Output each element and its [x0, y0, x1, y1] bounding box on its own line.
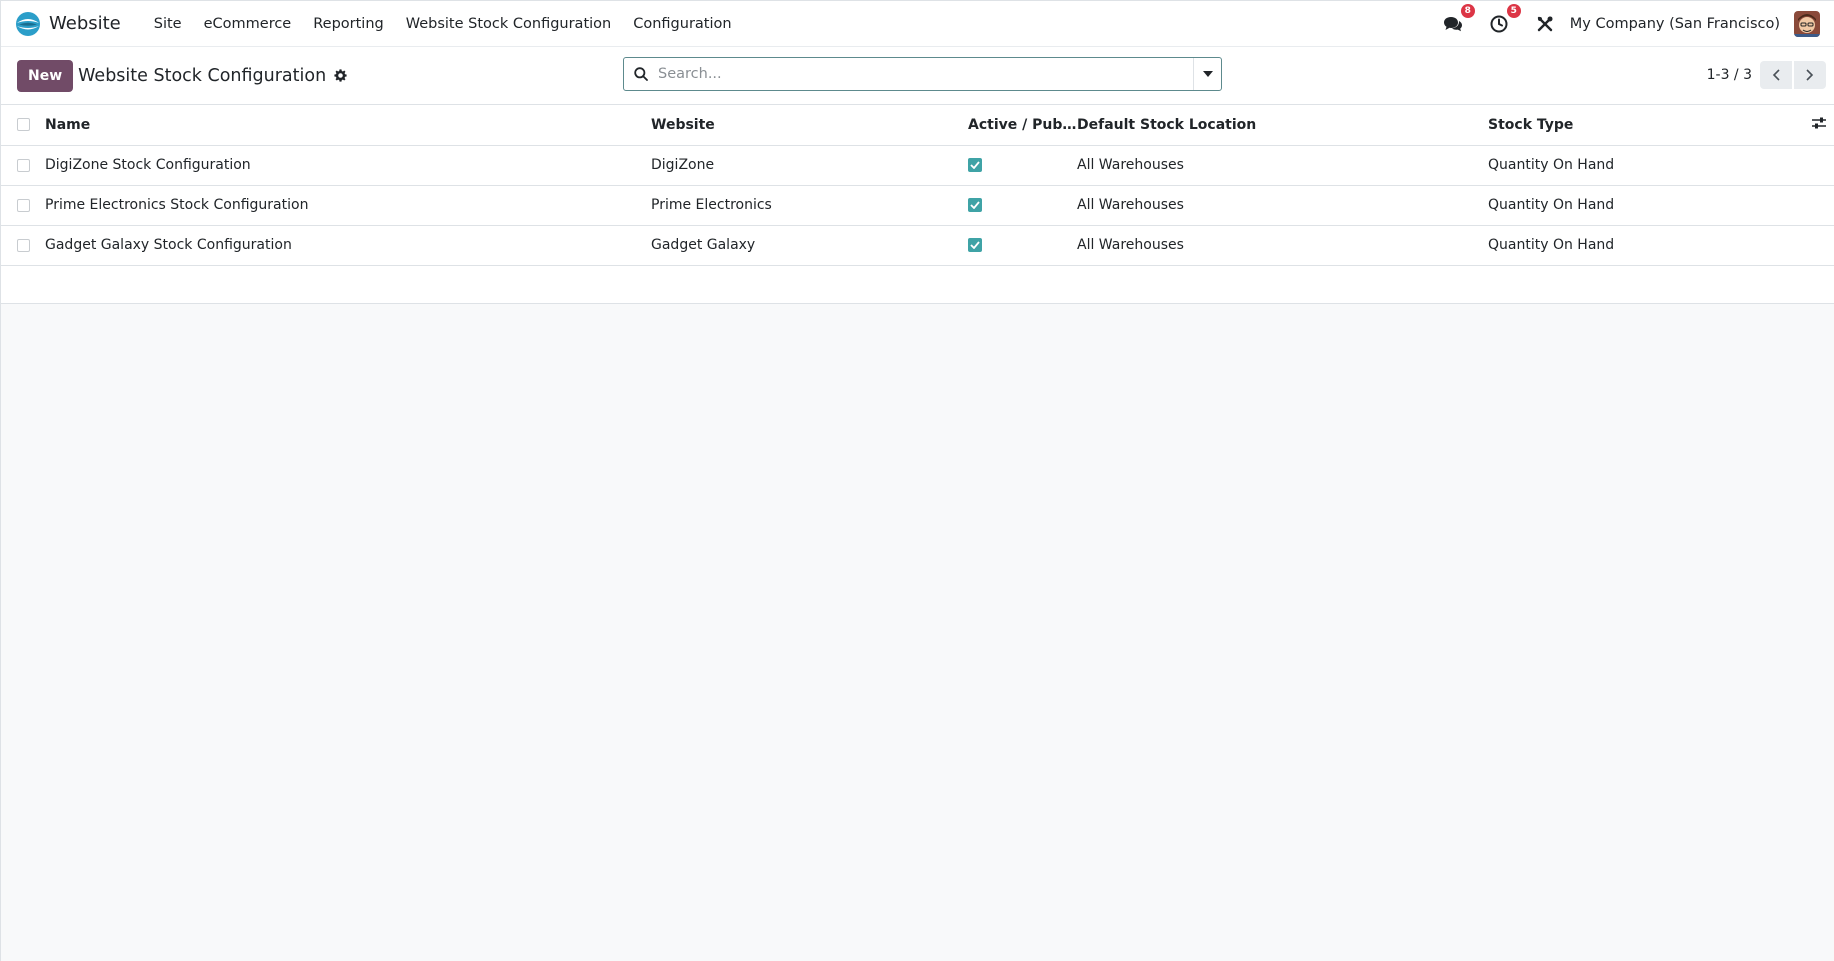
column-header-stock-type[interactable]: Stock Type: [1488, 105, 1812, 146]
cell-spacer: [1812, 225, 1834, 266]
cell-default-stock-location[interactable]: All Warehouses: [1077, 185, 1488, 226]
table-empty-row: [1, 265, 1834, 304]
menu-item-site[interactable]: Site: [143, 16, 193, 32]
clock-icon: [1490, 15, 1508, 32]
row-checkbox[interactable]: [17, 198, 30, 212]
cell-website[interactable]: Gadget Galaxy: [651, 225, 968, 266]
avatar-icon: [1794, 10, 1820, 37]
pager-next-button[interactable]: [1794, 61, 1826, 89]
table-row[interactable]: Gadget Galaxy Stock Configuration Gadget…: [1, 225, 1834, 266]
row-select-cell: [1, 145, 45, 186]
empty-cell: [1, 265, 1834, 304]
cell-name[interactable]: DigiZone Stock Configuration: [45, 145, 651, 186]
row-checkbox[interactable]: [17, 158, 30, 172]
optional-columns-toggle[interactable]: [1812, 105, 1834, 146]
chat-icon: [1443, 16, 1462, 31]
cell-stock-type[interactable]: Quantity On Hand: [1488, 145, 1812, 186]
check-icon: [970, 201, 980, 209]
activities-badge: 5: [1506, 3, 1521, 18]
cell-active[interactable]: [968, 185, 1077, 226]
menu-item-ecommerce[interactable]: eCommerce: [193, 16, 303, 32]
cell-default-stock-location[interactable]: All Warehouses: [1077, 225, 1488, 266]
app-name[interactable]: Website: [49, 13, 121, 34]
debug-tools-button[interactable]: [1534, 13, 1556, 35]
menu-item-reporting[interactable]: Reporting: [302, 16, 395, 32]
sliders-icon: [1812, 117, 1826, 129]
main-menu: Site eCommerce Reporting Website Stock C…: [143, 16, 743, 32]
column-header-active[interactable]: Active / Pub...: [968, 105, 1077, 146]
active-checkbox-checked[interactable]: [968, 238, 982, 252]
active-checkbox-checked[interactable]: [968, 198, 982, 212]
table-header-row: Name Website Active / Pub... Default Sto…: [1, 105, 1834, 146]
top-navbar: Website Site eCommerce Reporting Website…: [1, 1, 1834, 47]
column-header-default-stock-location[interactable]: Default Stock Location: [1077, 105, 1488, 146]
search-options-toggle[interactable]: [1193, 58, 1221, 90]
systray: 8 5 My Company (San Francisco): [1442, 3, 1820, 37]
check-icon: [970, 161, 980, 169]
messages-button[interactable]: 8: [1442, 3, 1475, 35]
cell-website[interactable]: DigiZone: [651, 145, 968, 186]
cell-name[interactable]: Gadget Galaxy Stock Configuration: [45, 225, 651, 266]
chevron-left-icon: [1772, 69, 1780, 81]
pager-previous-button[interactable]: [1760, 61, 1792, 89]
menu-item-website-stock-configuration[interactable]: Website Stock Configuration: [395, 16, 623, 32]
search-icon: [624, 67, 658, 81]
cell-spacer: [1812, 145, 1834, 186]
search-input[interactable]: [658, 58, 1193, 90]
tools-icon: [1537, 16, 1553, 31]
caret-down-icon: [1202, 71, 1213, 77]
activities-button[interactable]: 5: [1488, 3, 1521, 35]
pager-value[interactable]: 1-3 / 3: [1707, 67, 1752, 83]
page-title: Website Stock Configuration: [78, 65, 327, 86]
cell-name[interactable]: Prime Electronics Stock Configuration: [45, 185, 651, 226]
row-checkbox[interactable]: [17, 238, 30, 252]
gear-icon[interactable]: [334, 68, 348, 83]
column-header-name[interactable]: Name: [45, 105, 651, 146]
messages-badge: 8: [1460, 3, 1475, 18]
check-icon: [970, 241, 980, 249]
new-button[interactable]: New: [17, 59, 74, 92]
list-view: Name Website Active / Pub... Default Sto…: [1, 105, 1834, 304]
cell-active[interactable]: [968, 145, 1077, 186]
cell-active[interactable]: [968, 225, 1077, 266]
cell-spacer: [1812, 185, 1834, 226]
active-checkbox-checked[interactable]: [968, 158, 982, 172]
control-panel: New Website Stock Configuration 1-3 / 3: [1, 47, 1834, 105]
select-all-cell: [1, 105, 45, 146]
cell-default-stock-location[interactable]: All Warehouses: [1077, 145, 1488, 186]
records-table: Name Website Active / Pub... Default Sto…: [1, 105, 1834, 304]
table-row[interactable]: Prime Electronics Stock Configuration Pr…: [1, 185, 1834, 226]
website-app-logo-icon[interactable]: [15, 11, 41, 37]
user-avatar[interactable]: [1794, 10, 1820, 37]
search-bar: [623, 57, 1222, 91]
company-switcher[interactable]: My Company (San Francisco): [1570, 16, 1780, 32]
cell-stock-type[interactable]: Quantity On Hand: [1488, 225, 1812, 266]
select-all-checkbox[interactable]: [17, 118, 30, 132]
pager: 1-3 / 3: [1707, 61, 1826, 89]
cell-website[interactable]: Prime Electronics: [651, 185, 968, 226]
cell-stock-type[interactable]: Quantity On Hand: [1488, 185, 1812, 226]
row-select-cell: [1, 225, 45, 266]
column-header-website[interactable]: Website: [651, 105, 968, 146]
menu-item-configuration[interactable]: Configuration: [622, 16, 742, 32]
chevron-right-icon: [1806, 69, 1814, 81]
table-row[interactable]: DigiZone Stock Configuration DigiZone Al…: [1, 145, 1834, 186]
row-select-cell: [1, 185, 45, 226]
